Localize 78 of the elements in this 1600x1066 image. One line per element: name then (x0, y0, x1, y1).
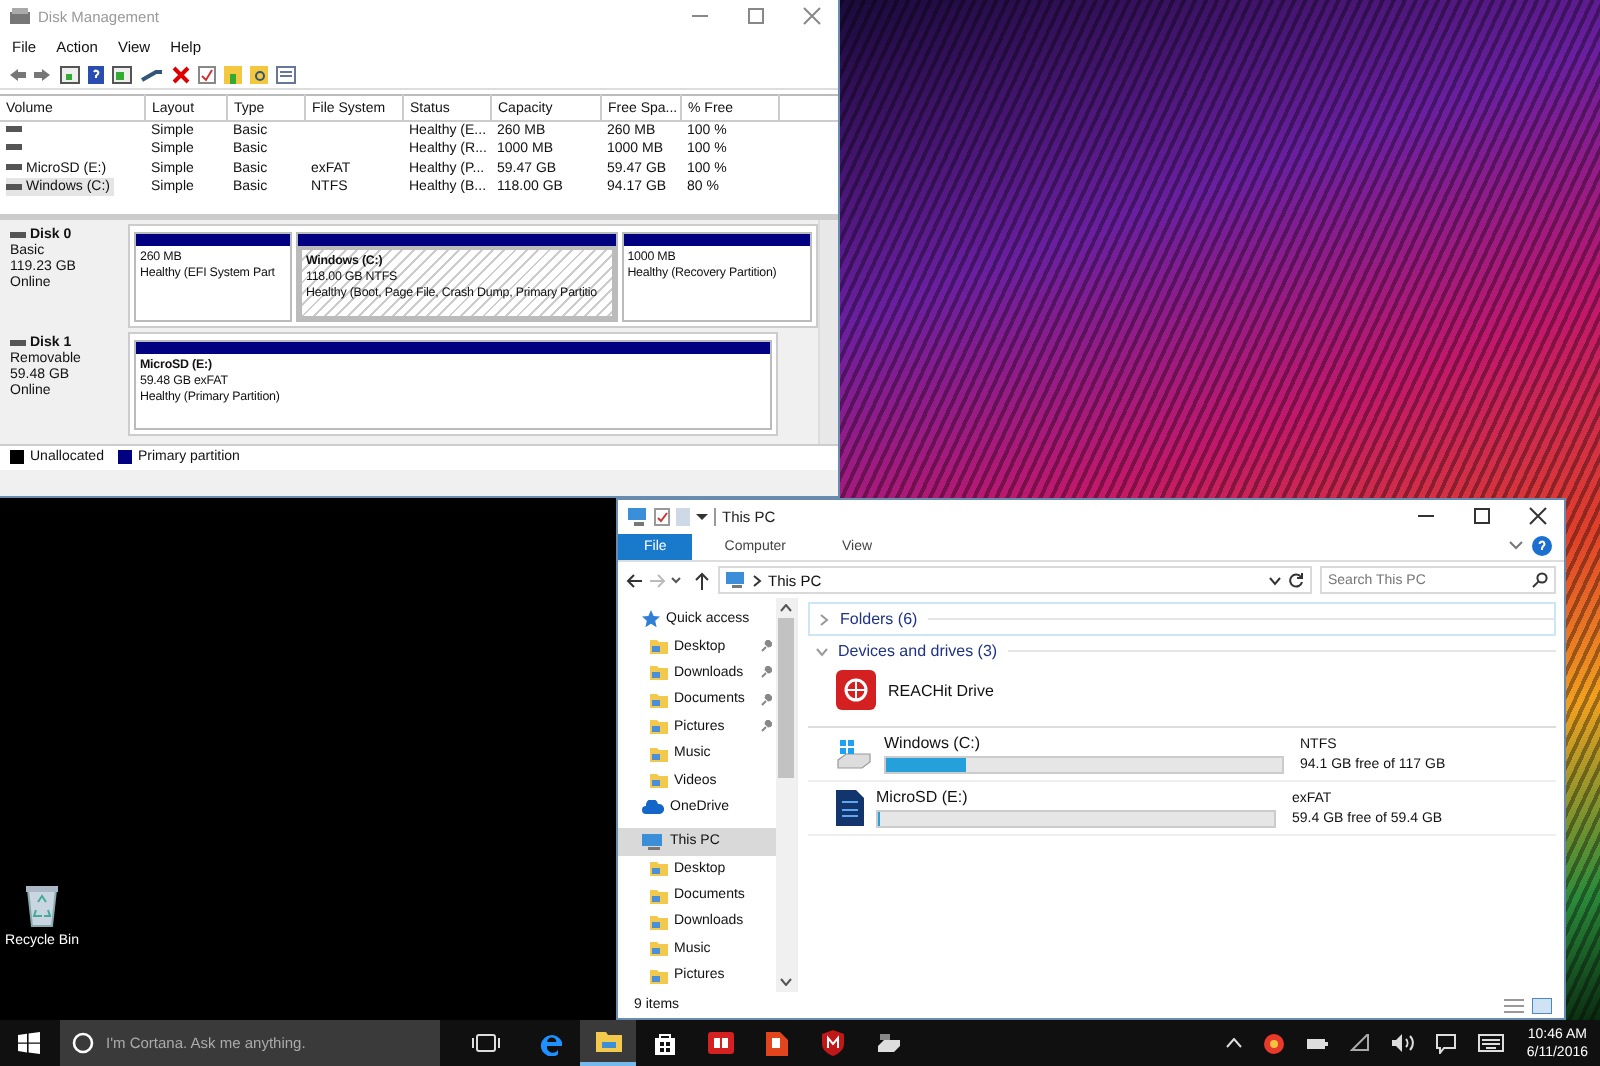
properties-icon[interactable] (654, 507, 670, 525)
folder-icon (650, 772, 668, 789)
chevron-down-icon[interactable] (816, 645, 828, 657)
hard-drive-icon (836, 738, 872, 770)
maximize-icon[interactable] (1472, 506, 1492, 526)
computer-icon (726, 572, 746, 588)
pin-icon[interactable] (760, 666, 772, 679)
refresh-icon (1288, 572, 1304, 588)
hard-drive-icon (875, 1033, 901, 1053)
chevron-down-icon (1268, 575, 1282, 585)
folder-icon (650, 967, 668, 984)
group-heading[interactable]: Devices and drives (3) (838, 642, 998, 660)
tiles-view-icon[interactable] (1532, 997, 1552, 1013)
help-icon[interactable] (1532, 536, 1552, 556)
chevron-right-icon[interactable] (818, 613, 830, 625)
folder-icon (650, 860, 668, 877)
console-icon[interactable] (60, 65, 80, 83)
scroll-up-icon[interactable] (780, 604, 792, 612)
volume-cell[interactable] (6, 126, 26, 135)
folder-icon[interactable] (224, 65, 242, 83)
computer-icon (642, 833, 664, 850)
group-heading[interactable]: Folders (6) (840, 610, 918, 628)
cloud-icon (642, 799, 664, 814)
app-icon (836, 670, 876, 710)
shopping-bag-icon (653, 1031, 675, 1055)
notification-icon[interactable] (1436, 1033, 1457, 1053)
cortana-circle-icon (72, 1032, 94, 1054)
help-icon[interactable] (88, 65, 104, 83)
scrollbar[interactable] (776, 598, 796, 992)
recycle-bin-icon (22, 880, 62, 928)
battery-icon[interactable] (1306, 1036, 1329, 1050)
keyboard-icon[interactable] (1478, 1034, 1505, 1052)
shield-icon (821, 1030, 843, 1056)
list-icon[interactable] (276, 65, 296, 83)
folder-icon (650, 745, 668, 762)
speaker-icon[interactable] (1392, 1034, 1415, 1052)
drive-name[interactable]: Windows (C:) (884, 734, 1284, 752)
window-icon[interactable] (112, 65, 132, 83)
back-forward-icon[interactable] (8, 65, 52, 83)
close-icon[interactable] (1528, 506, 1548, 526)
volume-cell[interactable] (6, 144, 26, 153)
folder-icon (650, 718, 668, 735)
folder-icon (650, 664, 668, 681)
taskbar-app[interactable] (580, 1020, 636, 1066)
document-icon (765, 1031, 787, 1055)
folder-icon (650, 638, 668, 655)
drive-name[interactable]: MicroSD (E:) (876, 788, 1276, 806)
drive-icon (10, 231, 26, 240)
properties-icon[interactable] (198, 65, 216, 83)
book-icon (707, 1032, 733, 1054)
task-view-icon[interactable] (472, 1034, 500, 1052)
up-arrow-icon[interactable] (694, 571, 710, 589)
dropdown-icon[interactable] (696, 510, 708, 522)
details-view-icon[interactable] (1504, 997, 1524, 1013)
folder-icon (650, 887, 668, 904)
folder-icon (650, 913, 668, 930)
star-icon (642, 610, 660, 629)
chevron-down-icon[interactable] (1508, 540, 1524, 552)
pin-icon[interactable] (760, 693, 772, 706)
scroll-down-icon[interactable] (780, 978, 792, 986)
chevron-right-icon (752, 573, 762, 587)
folder-icon (650, 691, 668, 708)
folder-icon (595, 1030, 621, 1052)
drive-icon (10, 339, 26, 348)
windows-start-icon[interactable] (18, 1032, 40, 1054)
edge-logo-icon (540, 1031, 564, 1055)
navigation-arrows-icon[interactable] (626, 571, 686, 589)
wifi-icon[interactable] (1350, 1034, 1371, 1052)
computer-icon (628, 507, 648, 525)
delete-icon[interactable] (172, 65, 190, 83)
pin-icon[interactable] (760, 720, 772, 733)
pin-icon[interactable] (760, 640, 772, 653)
folder-icon (650, 940, 668, 957)
chevron-up-icon[interactable] (1226, 1038, 1243, 1048)
app-tray-icon[interactable] (1264, 1033, 1285, 1053)
sd-card-icon (836, 790, 864, 826)
scrollbar[interactable] (818, 219, 838, 444)
drive-name[interactable]: REACHit Drive (888, 681, 994, 699)
